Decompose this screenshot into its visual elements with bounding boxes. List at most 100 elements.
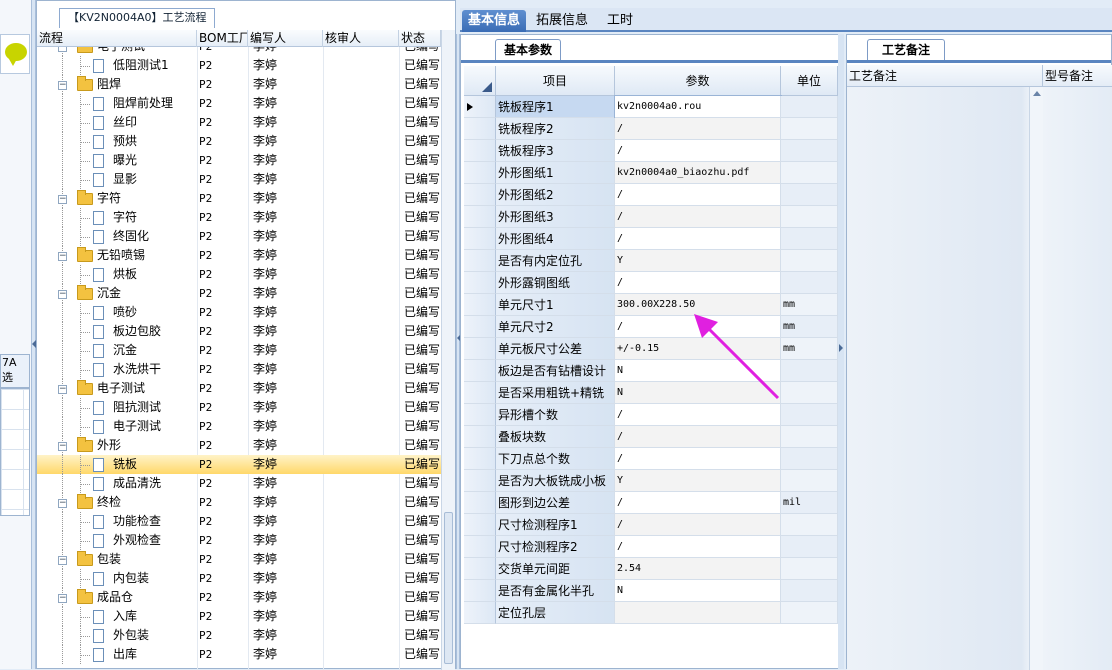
param-value-field[interactable]: 2.54 (615, 558, 781, 580)
param-row[interactable]: 图形到边公差 / mil (464, 492, 838, 514)
process-notes-field[interactable] (847, 87, 1041, 670)
tree-row[interactable]: − 阻焊 P2 李婷 已编写 (37, 75, 441, 94)
tree-row[interactable]: 外观检查 P2 李婷 已编写 (37, 531, 441, 550)
tree-row[interactable]: − 包装 P2 李婷 已编写 (37, 550, 441, 569)
param-value-field[interactable]: / (615, 536, 781, 558)
param-value-field[interactable]: / (615, 492, 781, 514)
tree-row[interactable]: 电子测试 P2 李婷 已编写 (37, 417, 441, 436)
param-value-field[interactable]: N (615, 580, 781, 602)
collapse-toggle-icon[interactable]: − (58, 195, 67, 204)
tree-row[interactable]: 功能检查 P2 李婷 已编写 (37, 512, 441, 531)
tree-row[interactable]: − 无铅喷锡 P2 李婷 已编写 (37, 246, 441, 265)
param-row[interactable]: 异形槽个数 / (464, 404, 838, 426)
tree-row[interactable]: − 沉金 P2 李婷 已编写 (37, 284, 441, 303)
row-indicator[interactable] (464, 602, 496, 624)
tree-row[interactable]: 铣板 P2 李婷 已编写 (37, 455, 441, 474)
collapse-toggle-icon[interactable]: − (58, 594, 67, 603)
param-row[interactable]: 板边是否有钻槽设计 N (464, 360, 838, 382)
tree-row[interactable]: −电子测试P2李婷已编写 (37, 379, 441, 398)
tree-row[interactable]: −电子测试P2李婷已编写 (37, 47, 441, 56)
tree-row[interactable]: − 成品仓 P2 李婷 已编写 (37, 588, 441, 607)
tree-row[interactable]: 字符 P2 李婷 已编写 (37, 208, 441, 227)
param-row[interactable]: 是否采用粗铣+精铣 N (464, 382, 838, 404)
row-indicator[interactable] (464, 580, 496, 602)
tab-basic-params[interactable]: 基本参数 (495, 39, 561, 61)
tree-row[interactable]: 烘板 P2 李婷 已编写 (37, 265, 441, 284)
param-value-field[interactable]: / (615, 272, 781, 294)
row-indicator[interactable] (464, 382, 496, 404)
collapse-toggle-icon[interactable]: − (58, 499, 67, 508)
tree-column-header[interactable]: 流程 (37, 30, 197, 47)
param-value-field[interactable]: N (615, 360, 781, 382)
tree-row[interactable]: 喷砂 P2 李婷 已编写 (37, 303, 441, 322)
row-indicator[interactable] (464, 250, 496, 272)
param-value-field[interactable]: +/-0.15 (615, 338, 781, 360)
model-notes-field[interactable] (1043, 87, 1112, 670)
tree-column-header[interactable]: 状态 (399, 30, 441, 47)
param-row[interactable]: 外形图纸2/ (464, 184, 838, 206)
tree-column-header[interactable]: 核审人 (323, 30, 399, 47)
column-header-model-notes[interactable]: 型号备注 (1043, 65, 1112, 87)
tree-row[interactable]: 低阻测试1 P2 李婷 已编写 (37, 56, 441, 75)
param-row[interactable]: 定位孔层 (464, 602, 838, 624)
param-value-field[interactable]: / (615, 404, 781, 426)
row-indicator[interactable] (464, 228, 496, 250)
notes-scrollbar[interactable] (1029, 87, 1043, 670)
param-value-field[interactable]: kv2n0004a0.rou (614, 95, 782, 119)
chat-bubble-button[interactable] (0, 34, 30, 74)
param-row[interactable]: 单元板尺寸公差 +/-0.15 mm (464, 338, 838, 360)
row-indicator[interactable] (464, 536, 496, 558)
param-value-field[interactable]: 300.00X228.50 (615, 294, 781, 316)
row-indicator[interactable] (464, 470, 496, 492)
row-indicator[interactable] (464, 426, 496, 448)
row-indicator[interactable] (464, 162, 496, 184)
tree-row[interactable]: 板边包胶 P2 李婷 已编写 (37, 322, 441, 341)
tree-row[interactable]: − 字符 P2 李婷 已编写 (37, 189, 441, 208)
param-row[interactable]: 铣板程序2/ (464, 118, 838, 140)
row-indicator[interactable] (464, 514, 496, 536)
side-tab[interactable]: 7A 选 (0, 354, 30, 388)
param-row[interactable]: 铣板程序3/ (464, 140, 838, 162)
param-row[interactable]: 单元尺寸2/mm (464, 316, 838, 338)
row-indicator[interactable] (464, 558, 496, 580)
row-indicator[interactable] (464, 206, 496, 228)
param-row[interactable]: 是否有金属化半孔 N (464, 580, 838, 602)
param-row[interactable]: 叠板块数 / (464, 426, 838, 448)
param-row[interactable]: 是否为大板铣成小板 Y (464, 470, 838, 492)
row-indicator[interactable] (464, 118, 496, 140)
scrollbar-thumb[interactable] (444, 512, 453, 664)
param-value-field[interactable]: / (615, 140, 781, 162)
param-value-field[interactable]: / (615, 118, 781, 140)
param-row[interactable]: 铣板程序1 kv2n0004a0.rou (464, 95, 838, 119)
row-indicator[interactable] (464, 184, 496, 206)
process-tree-tab[interactable]: 【KV2N0004A0】工艺流程 (59, 8, 216, 28)
tab-work-hours[interactable]: 工时 (598, 10, 642, 32)
tree-row[interactable]: 终固化 P2 李婷 已编写 (37, 227, 441, 246)
param-value-field[interactable]: Y (615, 470, 781, 492)
tree-row[interactable]: 外包装 P2 李婷 已编写 (37, 626, 441, 645)
param-row[interactable]: 是否有内定位孔 Y (464, 250, 838, 272)
param-value-field[interactable]: / (615, 514, 781, 536)
tree-row[interactable]: 阻焊前处理 P2 李婷 已编写 (37, 94, 441, 113)
collapse-toggle-icon[interactable]: − (58, 442, 67, 451)
param-value-field[interactable]: / (615, 228, 781, 250)
tree-column-header[interactable]: 编写人 (248, 30, 323, 47)
param-row[interactable]: 尺寸检测程序1/ (464, 514, 838, 536)
param-value-field[interactable]: / (615, 184, 781, 206)
row-indicator[interactable] (464, 404, 496, 426)
row-indicator[interactable] (464, 294, 496, 316)
tab-extended-info[interactable]: 拓展信息 (530, 10, 594, 32)
param-row[interactable]: 外形图纸1 kv2n0004a0_biaozhu.pdf (464, 162, 838, 184)
column-header-unit[interactable]: 单位 (781, 66, 838, 96)
tree-row[interactable]: − 外形 P2 李婷 已编写 (37, 436, 441, 455)
tree-row[interactable]: 成品清洗 P2 李婷 已编写 (37, 474, 441, 493)
tab-basic-info[interactable]: 基本信息 (462, 10, 526, 32)
param-value-field[interactable]: N (615, 382, 781, 404)
process-tree-scrollbar[interactable] (441, 30, 455, 670)
param-value-field[interactable] (615, 602, 781, 624)
scroll-up-icon[interactable] (1033, 91, 1041, 96)
tree-row[interactable]: − 终检 P2 李婷 已编写 (37, 493, 441, 512)
tree-row[interactable]: 显影 P2 李婷 已编写 (37, 170, 441, 189)
param-value-field[interactable]: / (615, 206, 781, 228)
param-row[interactable]: 单元尺寸1 300.00X228.50 mm (464, 294, 838, 316)
